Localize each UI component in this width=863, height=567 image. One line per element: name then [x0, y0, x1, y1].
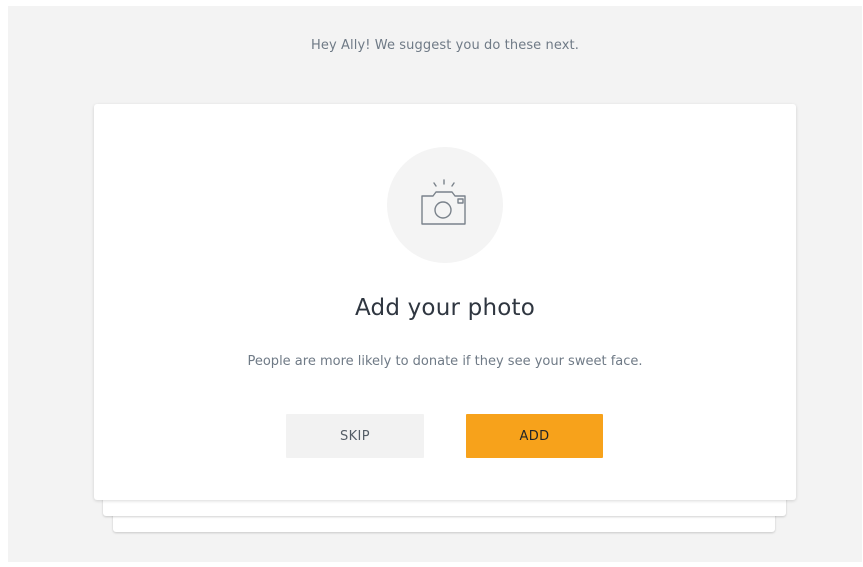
card-title: Add your photo	[354, 295, 535, 321]
skip-button[interactable]: SKIP	[286, 414, 424, 458]
add-photo-button[interactable]: ADD	[466, 414, 603, 458]
card-description: People are more likely to donate if they…	[247, 354, 643, 369]
greeting-text: Hey Ally! We suggest you do these next.	[311, 38, 579, 53]
camera-icon	[421, 179, 466, 225]
